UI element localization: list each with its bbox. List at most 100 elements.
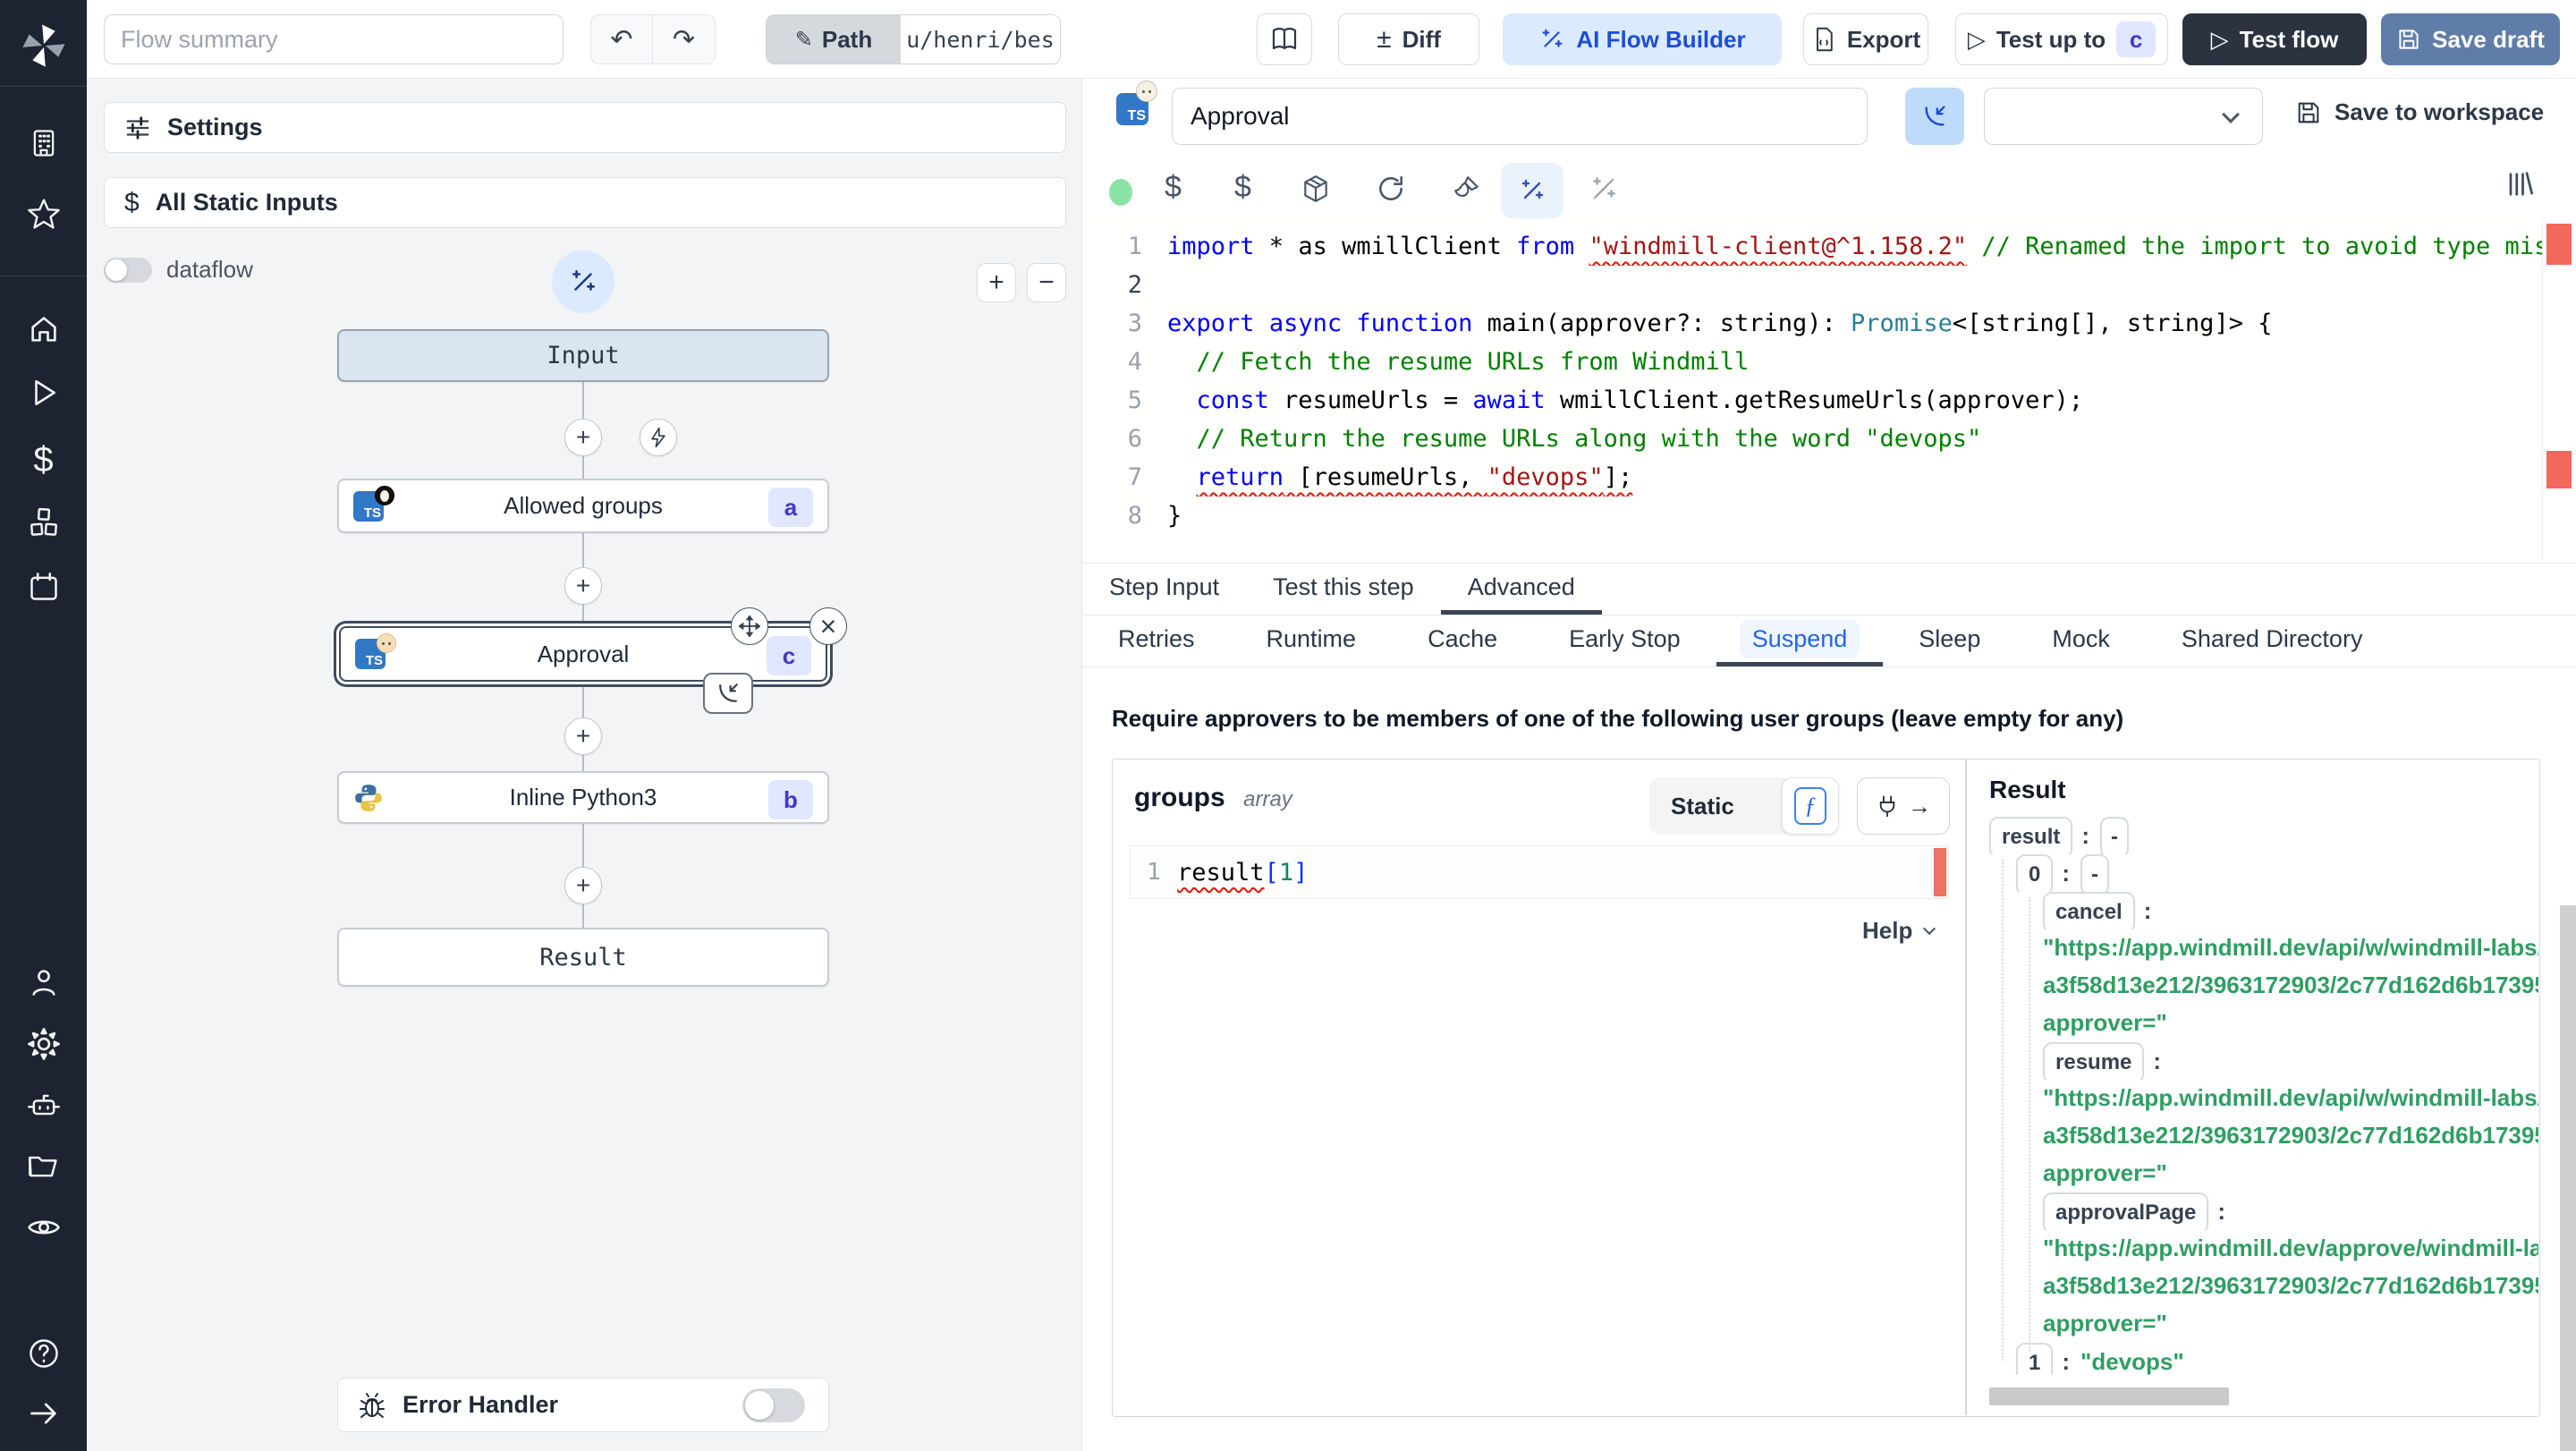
expand-arrow-icon[interactable]: [0, 1397, 87, 1430]
docs-button[interactable]: [1257, 13, 1312, 65]
audit-eye-icon[interactable]: [0, 1209, 87, 1245]
library-icon[interactable]: [2503, 168, 2535, 200]
collapse-toggle[interactable]: -: [2080, 854, 2110, 892]
help-dropdown[interactable]: Help: [1862, 917, 1936, 945]
suspend-phone-button[interactable]: [1905, 88, 1964, 145]
package-icon[interactable]: [1301, 174, 1331, 204]
tab-step-input[interactable]: Step Input: [1082, 564, 1246, 615]
format-brush-icon[interactable]: [1451, 174, 1481, 204]
static-toggle[interactable]: Static: [1649, 777, 1792, 835]
json-key-row[interactable]: approvalPage:: [1977, 1192, 2538, 1230]
export-button[interactable]: Export: [1803, 13, 1928, 65]
schedules-calendar-icon[interactable]: [0, 571, 87, 603]
move-step-button[interactable]: [731, 607, 768, 645]
ai-flow-builder-button[interactable]: AI Flow Builder: [1503, 13, 1782, 65]
undo-button[interactable]: ↶: [591, 15, 653, 64]
code-line[interactable]: 6 // Return the resume URLs along with t…: [1082, 420, 2576, 458]
expr-editor[interactable]: 1 result[1]: [1130, 845, 1949, 899]
flow-summary-input[interactable]: Flow summary: [104, 14, 564, 64]
test-flow-button[interactable]: ▷ Test flow: [2182, 13, 2367, 65]
path-button[interactable]: ✎ Path u/henri/bes: [766, 14, 1061, 64]
json-key-row[interactable]: 0:-: [1977, 854, 2538, 892]
tab-cache[interactable]: Cache: [1392, 615, 1533, 666]
tab-early-stop[interactable]: Early Stop: [1533, 615, 1716, 666]
test-up-to-button[interactable]: ▷ Test up to c: [1955, 13, 2168, 65]
ai-assist-button[interactable]: [1501, 163, 1563, 218]
suspend-phone-badge: [703, 673, 753, 714]
json-key-row[interactable]: resume:: [1977, 1042, 2538, 1080]
trigger-bolt-button[interactable]: [640, 419, 677, 456]
zoom-out-button[interactable]: −: [1027, 263, 1066, 302]
code-line[interactable]: 4 // Fetch the resume URLs from Windmill: [1082, 343, 2576, 381]
javascript-expr-button[interactable]: ƒ: [1782, 777, 1839, 835]
insert-step-button[interactable]: +: [564, 419, 602, 456]
advanced-tabs: Retries Runtime Cache Early Stop Suspend Slee…: [1082, 615, 2576, 667]
plus-icon: +: [575, 871, 591, 899]
insert-step-button[interactable]: +: [564, 567, 602, 605]
code-line[interactable]: 1 import * as wmillClient from "windmill-…: [1082, 227, 2576, 266]
flow-node-result[interactable]: Result: [337, 928, 829, 987]
json-string-row: approver=": [2043, 1310, 2167, 1336]
connect-input-button[interactable]: →: [1857, 777, 1950, 835]
save-to-workspace-button[interactable]: Save to workspace: [2295, 98, 2544, 126]
settings-row[interactable]: Settings: [104, 102, 1066, 153]
error-handler-toggle[interactable]: [742, 1387, 805, 1422]
ai-off-icon[interactable]: [1589, 174, 1619, 204]
step-title-input[interactable]: Approval: [1172, 88, 1868, 145]
runs-play-icon[interactable]: [0, 378, 87, 408]
flow-node-allowed-groups[interactable]: TS Allowed groups a: [337, 479, 829, 533]
code-line[interactable]: 7 return [resumeUrls, "devops"];: [1082, 458, 2576, 496]
script-kind-dropdown[interactable]: [1984, 88, 2263, 145]
tab-mock[interactable]: Mock: [2016, 615, 2146, 666]
reload-icon[interactable]: [1376, 174, 1406, 204]
close-icon: ×: [819, 609, 837, 642]
flow-node-inline-python3[interactable]: Inline Python3 b: [337, 771, 829, 824]
tab-advanced[interactable]: Advanced: [1440, 564, 1602, 615]
diff-button[interactable]: ± Diff: [1338, 13, 1479, 65]
flow-node-input[interactable]: Input: [337, 329, 829, 382]
code-editor[interactable]: 1 import * as wmillClient from "windmill-…: [1082, 220, 2576, 564]
collapse-toggle[interactable]: -: [2100, 817, 2130, 854]
tab-sleep[interactable]: Sleep: [1883, 615, 2016, 666]
code-line[interactable]: 2: [1082, 266, 2576, 304]
tab-runtime[interactable]: Runtime: [1231, 615, 1393, 666]
path-value[interactable]: u/henri/bes: [901, 15, 1060, 64]
user-icon[interactable]: [0, 966, 87, 998]
code-line[interactable]: 3 export async function main(approver?: s…: [1082, 304, 2576, 343]
windmill-logo-icon[interactable]: [0, 20, 87, 72]
tab-test-this-step[interactable]: Test this step: [1246, 564, 1441, 615]
tab-shared-directory[interactable]: Shared Directory: [2146, 615, 2399, 666]
tab-retries[interactable]: Retries: [1082, 615, 1231, 666]
json-key-row[interactable]: 1: "devops": [1977, 1343, 2538, 1375]
help-icon[interactable]: [0, 1336, 87, 1370]
settings-gear-icon[interactable]: [0, 1027, 87, 1061]
insert-step-button[interactable]: +: [564, 717, 602, 755]
variables-dollar-icon[interactable]: $: [1165, 170, 1182, 205]
json-key-row[interactable]: result: -: [1977, 817, 2538, 854]
insert-step-button[interactable]: +: [564, 867, 602, 904]
flow-ai-wand-button[interactable]: [552, 250, 614, 313]
delete-step-button[interactable]: ×: [809, 607, 847, 645]
code-line[interactable]: 8}: [1082, 496, 2576, 535]
resources-dollar-icon[interactable]: $: [1234, 170, 1251, 205]
horizontal-scrollbar-thumb[interactable]: [1989, 1387, 2229, 1405]
path-segment[interactable]: ✎ Path: [767, 15, 901, 64]
redo-button[interactable]: ↷: [653, 15, 715, 64]
tab-suspend[interactable]: Suspend: [1716, 615, 1884, 666]
dataflow-toggle[interactable]: [104, 258, 152, 283]
json-key-row[interactable]: cancel:: [1977, 892, 2538, 929]
vertical-scrollbar-thumb[interactable]: [2560, 905, 2576, 1451]
save-draft-button[interactable]: Save draft: [2381, 13, 2560, 65]
favorites-star-icon[interactable]: [0, 197, 87, 231]
variables-dollar-icon[interactable]: $: [0, 440, 87, 480]
folders-icon[interactable]: [0, 1149, 87, 1183]
workspace-icon[interactable]: [0, 127, 87, 159]
resources-cubes-icon[interactable]: [0, 506, 87, 540]
code-line[interactable]: 5 const resumeUrls = await wmillClient.g…: [1082, 381, 2576, 420]
workers-robot-icon[interactable]: [0, 1088, 87, 1122]
all-static-inputs-row[interactable]: $ All Static Inputs: [104, 177, 1066, 228]
home-icon[interactable]: [0, 313, 87, 345]
bug-icon: [358, 1391, 386, 1420]
zoom-in-button[interactable]: +: [977, 263, 1016, 302]
error-handler-row[interactable]: Error Handler: [337, 1378, 829, 1432]
